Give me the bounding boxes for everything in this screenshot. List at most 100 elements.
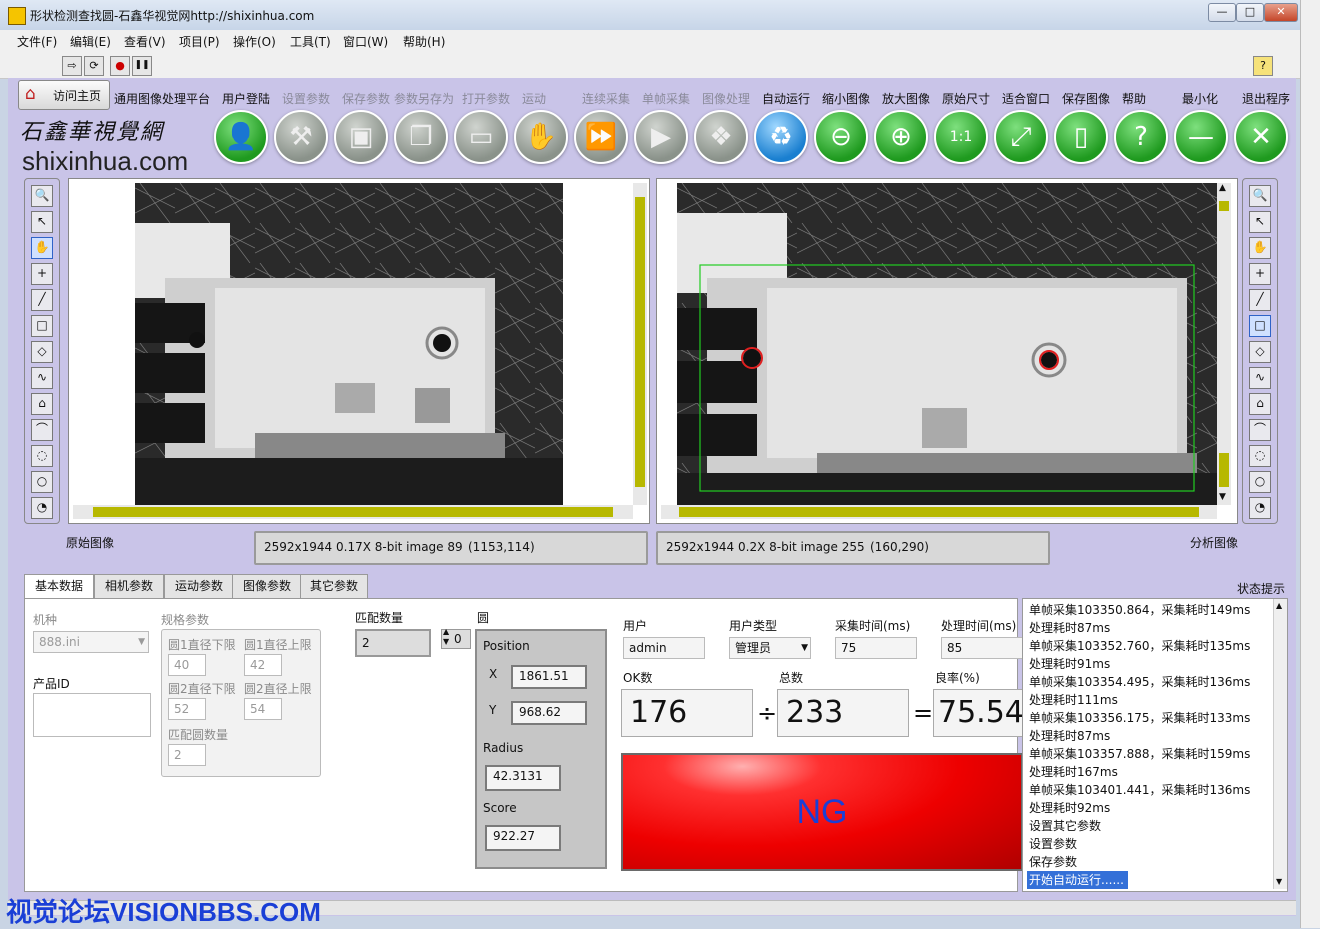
minimize-button[interactable]: — [1208,3,1236,22]
chevron-down-icon[interactable]: ▼ [138,632,145,652]
scroll-down-icon[interactable]: ▼ [1219,492,1226,502]
right-palette-tool-2-icon[interactable]: ✋ [1249,237,1271,259]
left-horizontal-scrollbar[interactable] [73,505,633,519]
nav-button-9-icon[interactable]: ♻ [754,110,808,164]
original-image-viewer[interactable] [68,178,650,524]
circle-label: 圆 [477,611,490,625]
left-palette-tool-1-icon[interactable]: ↖ [31,211,53,233]
run-continuous-icon[interactable]: ⟳ [84,56,104,76]
right-palette-tool-8-icon[interactable]: ⌂ [1249,393,1271,415]
close-button[interactable]: ✕ [1264,3,1298,22]
right-palette-tool-11-icon[interactable]: ○ [1249,471,1271,493]
c2-max-input[interactable]: 54 [244,698,282,720]
status-log-scrollbar[interactable]: ▲ ▼ [1273,599,1287,889]
scroll-down-icon[interactable]: ▼ [1276,877,1282,886]
left-palette-tool-10-icon[interactable]: ◌ [31,445,53,467]
maximize-button[interactable]: □ [1236,3,1264,22]
log-row: 单帧采集103401.441，采集耗时136ms [1023,781,1271,799]
right-palette-tool-1-icon[interactable]: ↖ [1249,211,1271,233]
left-palette-tool-0-icon[interactable]: 🔍 [31,185,53,207]
menu-help[interactable]: 帮助(H) [403,33,445,50]
abort-icon[interactable]: ● [110,56,130,76]
nav-button-7-icon[interactable]: ▶ [634,110,688,164]
right-palette-tool-0-icon[interactable]: 🔍 [1249,185,1271,207]
right-hscroll-thumb[interactable] [679,507,1199,517]
right-palette-tool-10-icon[interactable]: ◌ [1249,445,1271,467]
nav-button-4-icon[interactable]: ▭ [454,110,508,164]
tab-camera-params[interactable]: 相机参数 [94,574,164,599]
right-palette-tool-5-icon[interactable]: □ [1249,315,1271,337]
right-palette-tool-7-icon[interactable]: ∿ [1249,367,1271,389]
pause-icon[interactable]: ❚❚ [132,56,152,76]
left-palette-tool-12-icon[interactable]: ◔ [31,497,53,519]
user-field[interactable]: admin [623,637,705,659]
scroll-up-icon[interactable]: ▲ [1276,601,1282,610]
tab-image-params[interactable]: 图像参数 [232,574,302,599]
product-id-input[interactable] [33,693,151,737]
right-palette-tool-4-icon[interactable]: ╱ [1249,289,1271,311]
left-palette-tool-4-icon[interactable]: ╱ [31,289,53,311]
c1-max-input[interactable]: 42 [244,654,282,676]
left-vertical-scrollbar[interactable] [633,183,647,505]
log-line: 单帧采集103357.888，采集耗时159ms [1029,747,1251,761]
left-palette-tool-2-icon[interactable]: ✋ [31,237,53,259]
nav-button-8-icon[interactable]: ❖ [694,110,748,164]
analysis-image-viewer[interactable]: ▲ ▼ [656,178,1238,524]
nav-button-13-icon[interactable]: ⤢ [994,110,1048,164]
menu-edit[interactable]: 编辑(E) [70,33,111,50]
chevron-down-icon[interactable]: ▼ [801,638,808,658]
nav-button-15-icon[interactable]: ? [1114,110,1168,164]
menu-view[interactable]: 查看(V) [124,33,166,50]
menu-tools[interactable]: 工具(T) [290,33,331,50]
right-vscroll-thumb[interactable] [1219,201,1229,211]
nav-button-17-icon[interactable]: ✕ [1234,110,1288,164]
index-up-icon[interactable]: ▲ [443,627,449,636]
nav-button-6-icon[interactable]: ⏩ [574,110,628,164]
basic-data-page: 机种 888.ini ▼ 产品ID 规格参数 圆1直径下限 圆1直径上限 40 … [24,598,1024,892]
nav-button-11-icon[interactable]: ⊕ [874,110,928,164]
nav-button-1-icon[interactable]: ⚒ [274,110,328,164]
right-palette-tool-9-icon[interactable]: ⌒ [1249,419,1271,441]
right-palette-tool-6-icon[interactable]: ◇ [1249,341,1271,363]
right-vertical-scrollbar[interactable]: ▲ ▼ [1217,183,1231,505]
tab-basic-data[interactable]: 基本数据 [24,574,94,600]
right-horizontal-scrollbar[interactable] [661,505,1217,519]
menu-project[interactable]: 项目(P) [179,33,220,50]
nav-button-5-icon[interactable]: ✋ [514,110,568,164]
left-palette-tool-9-icon[interactable]: ⌒ [31,419,53,441]
nav-button-2-icon[interactable]: ▣ [334,110,388,164]
context-help-icon[interactable]: ? [1253,56,1273,76]
nav-label-3: 参数另存为 [394,92,455,106]
left-vscroll-thumb[interactable] [635,197,645,487]
nav-button-14-icon[interactable]: ▯ [1054,110,1108,164]
c2-min-input[interactable]: 52 [168,698,206,720]
model-select[interactable]: 888.ini ▼ [33,631,149,653]
left-palette-tool-3-icon[interactable]: + [31,263,53,285]
menu-operate[interactable]: 操作(O) [233,33,276,50]
tab-motion-params[interactable]: 运动参数 [164,574,234,599]
right-palette-tool-3-icon[interactable]: + [1249,263,1271,285]
run-arrow-icon[interactable]: ⇨ [62,56,82,76]
nav-button-3-icon[interactable]: ❐ [394,110,448,164]
nav-button-12-icon[interactable]: 1:1 [934,110,988,164]
right-palette-tool-12-icon[interactable]: ◔ [1249,497,1271,519]
user-type-select[interactable]: 管理员 ▼ [729,637,811,659]
menu-file[interactable]: 文件(F) [17,33,57,50]
nav-button-16-icon[interactable]: — [1174,110,1228,164]
left-palette-tool-11-icon[interactable]: ○ [31,471,53,493]
left-palette-tool-7-icon[interactable]: ∿ [31,367,53,389]
match-count-spec-input[interactable]: 2 [168,744,206,766]
left-palette-tool-8-icon[interactable]: ⌂ [31,393,53,415]
index-down-icon[interactable]: ▼ [443,637,449,646]
nav-button-10-icon[interactable]: ⊖ [814,110,868,164]
home-button[interactable]: ⌂ 访问主页 [18,80,110,110]
c1-min-input[interactable]: 40 [168,654,206,676]
scroll-up-icon[interactable]: ▲ [1219,183,1226,193]
tab-other-params[interactable]: 其它参数 [300,574,368,599]
left-hscroll-thumb[interactable] [93,507,613,517]
status-log[interactable]: 单帧采集103350.864，采集耗时149ms 处理耗时87ms 单帧采集1033… [1022,598,1288,892]
nav-button-0-icon[interactable]: 👤 [214,110,268,164]
left-palette-tool-6-icon[interactable]: ◇ [31,341,53,363]
left-palette-tool-5-icon[interactable]: □ [31,315,53,337]
menu-window[interactable]: 窗口(W) [343,33,388,50]
